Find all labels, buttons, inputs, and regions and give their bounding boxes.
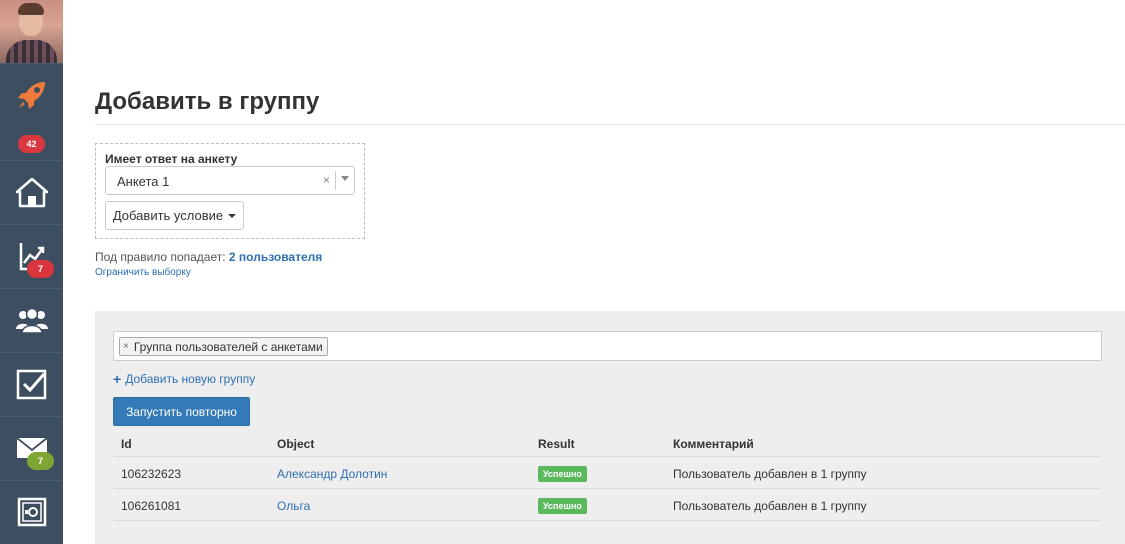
sidebar-item-home[interactable] xyxy=(0,160,63,223)
table-row: 106261081 Ольга Успешно Пользователь доб… xyxy=(113,489,1101,521)
row-id: 106261081 xyxy=(121,499,182,513)
analytics-badge[interactable]: 7 xyxy=(27,260,54,278)
matched-users-link[interactable]: 2 пользователя xyxy=(229,250,322,264)
users-icon xyxy=(15,307,48,334)
caret-down-icon xyxy=(228,213,237,218)
sidebar: 42 7 7 xyxy=(0,0,63,544)
rocket-icon xyxy=(17,82,45,109)
notifications-badge[interactable]: 42 xyxy=(18,135,45,153)
add-condition-label: Добавить условие xyxy=(112,208,224,223)
row-comment: Пользователь добавлен в 1 группу xyxy=(673,499,867,513)
page-title: Добавить в группу xyxy=(95,88,320,115)
chevron-down-icon[interactable] xyxy=(341,176,349,181)
status-badge: Успешно xyxy=(538,466,587,482)
add-new-group-link[interactable]: + Добавить новую группу xyxy=(113,371,255,387)
row-comment: Пользователь добавлен в 1 группу xyxy=(673,467,867,481)
home-icon xyxy=(15,177,48,208)
header-result: Result xyxy=(538,437,575,451)
sidebar-item-analytics[interactable] xyxy=(0,224,63,287)
row-result: Успешно xyxy=(538,466,587,483)
rerun-button[interactable]: Запустить повторно xyxy=(113,397,250,426)
sidebar-item-users[interactable] xyxy=(0,288,63,351)
rule-summary: Под правило попадает: 2 пользователя xyxy=(95,250,322,264)
avatar-hair xyxy=(18,3,44,15)
sidebar-item-tasks[interactable] xyxy=(0,352,63,415)
user-avatar[interactable] xyxy=(0,0,63,63)
title-divider xyxy=(95,124,1125,125)
group-panel: × Группа пользователей с анкетами + Доба… xyxy=(95,311,1125,544)
safe-icon xyxy=(17,497,46,527)
avatar-shirt xyxy=(6,40,57,63)
checkbox-icon xyxy=(16,369,46,400)
status-badge: Успешно xyxy=(538,498,587,514)
sidebar-item-settings[interactable] xyxy=(0,480,63,543)
row-id: 106232623 xyxy=(121,467,182,481)
questionnaire-select-value: Анкета 1 xyxy=(117,174,170,189)
header-object: Object xyxy=(277,437,315,451)
row-object-link[interactable]: Александр Долотин xyxy=(277,467,387,481)
table-row: 106232623 Александр Долотин Успешно Поль… xyxy=(113,457,1101,489)
questionnaire-select[interactable]: Анкета 1 × xyxy=(105,166,355,195)
sidebar-item-messages[interactable] xyxy=(0,416,63,479)
plus-icon: + xyxy=(113,371,122,387)
header-id: Id xyxy=(121,437,132,451)
add-new-group-label: Добавить новую группу xyxy=(125,372,256,386)
rule-conditions-box: Имеет ответ на анкету Анкета 1 × Добавит… xyxy=(95,143,365,239)
select-separator xyxy=(335,171,336,190)
rule-summary-prefix: Под правило попадает: xyxy=(95,250,229,264)
results-table: Id Object Result Комментарий 106232623 А… xyxy=(113,426,1101,521)
messages-badge[interactable]: 7 xyxy=(27,452,54,470)
limit-selection-link[interactable]: Ограничить выборку xyxy=(95,267,191,278)
group-tags-input[interactable]: × Группа пользователей с анкетами xyxy=(113,331,1102,361)
row-object-link[interactable]: Ольга xyxy=(277,499,310,513)
sidebar-item-launch[interactable] xyxy=(0,63,63,126)
table-header: Id Object Result Комментарий xyxy=(113,426,1101,457)
condition-label: Имеет ответ на анкету xyxy=(105,152,238,166)
header-comment: Комментарий xyxy=(673,437,754,451)
clear-select-icon[interactable]: × xyxy=(323,173,330,187)
add-condition-button[interactable]: Добавить условие xyxy=(105,201,244,230)
row-result: Успешно xyxy=(538,498,587,515)
group-tag: × Группа пользователей с анкетами xyxy=(119,337,328,356)
remove-tag-icon[interactable]: × xyxy=(123,341,129,352)
group-tag-label: Группа пользователей с анкетами xyxy=(133,339,323,354)
